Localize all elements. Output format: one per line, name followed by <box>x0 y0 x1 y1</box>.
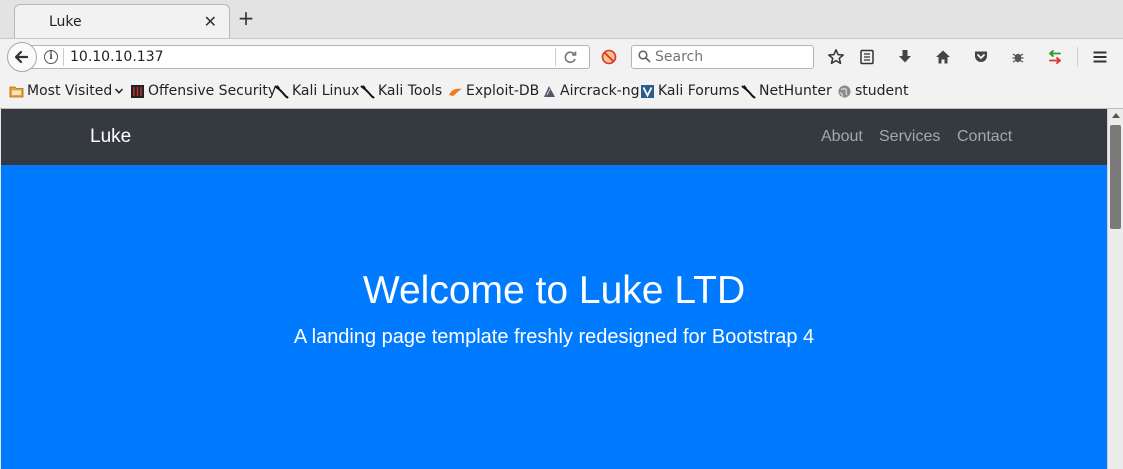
nav-link-contact[interactable]: Contact <box>957 128 1012 146</box>
search-input[interactable] <box>655 49 805 65</box>
back-button[interactable] <box>7 42 37 72</box>
bookmark-label: Kali Forums <box>658 83 740 99</box>
bookmarks-toolbar: Most Visited Offensive Security Kali Lin… <box>0 74 1123 109</box>
reload-icon[interactable] <box>562 49 578 65</box>
url-text[interactable]: 10.10.10.137 <box>70 49 164 65</box>
bookmark-kali-tools[interactable]: Kali Tools <box>360 83 442 99</box>
bookmark-kali-forums[interactable]: Kali Forums <box>640 83 739 99</box>
tab-title: Luke <box>49 14 82 30</box>
reading-list-icon[interactable] <box>858 48 876 66</box>
browser-tab[interactable]: Luke ✕ <box>14 4 230 38</box>
kali-dragon-icon <box>741 84 756 98</box>
bookmark-label: Offensive Security <box>148 83 277 99</box>
kali-forums-icon <box>641 84 654 98</box>
scroll-up-arrow-icon[interactable] <box>1112 113 1120 118</box>
bookmark-label: Most Visited <box>27 83 113 99</box>
new-tab-icon[interactable]: + <box>236 8 256 28</box>
bookmark-label: Aircrack-ng <box>560 83 640 99</box>
proxy-switch-icon[interactable] <box>1046 48 1064 66</box>
kali-dragon-icon <box>274 84 289 98</box>
home-icon[interactable] <box>934 48 952 66</box>
search-icon <box>638 50 651 63</box>
bookmark-most-visited[interactable]: Most Visited <box>9 83 124 99</box>
exploitdb-icon <box>449 88 462 96</box>
bookmark-label: NetHunter <box>759 83 832 99</box>
site-navbar: Luke About Services Contact <box>1 109 1107 165</box>
bookmark-label: Kali Tools <box>378 83 443 99</box>
bookmark-aircrack-ng[interactable]: Aircrack-ng <box>542 83 640 99</box>
hero-section: Welcome to Luke LTD A landing page templ… <box>1 165 1107 469</box>
tab-strip: Luke ✕ + <box>0 0 1123 38</box>
noscript-icon[interactable] <box>601 49 617 65</box>
offsec-icon <box>131 84 144 98</box>
globe-icon <box>838 85 851 97</box>
chevron-down-icon <box>115 88 124 94</box>
bookmark-star-icon[interactable] <box>827 48 845 66</box>
bug-icon[interactable] <box>1009 48 1027 66</box>
bookmark-offensive-security[interactable]: Offensive Security <box>130 83 276 99</box>
menu-icon[interactable] <box>1091 48 1109 66</box>
bookmark-nethunter[interactable]: NetHunter <box>741 83 832 99</box>
aircrack-icon <box>544 85 555 97</box>
hero-title: Welcome to Luke LTD <box>362 269 746 312</box>
vertical-scrollbar[interactable] <box>1107 109 1123 469</box>
pocket-icon[interactable] <box>972 48 990 66</box>
bookmark-label: Kali Linux <box>292 83 360 99</box>
bookmark-label: Exploit-DB <box>466 83 540 99</box>
site-brand[interactable]: Luke <box>90 126 131 148</box>
download-icon[interactable] <box>896 48 914 66</box>
folder-icon <box>9 86 24 97</box>
nav-link-services[interactable]: Services <box>879 128 940 146</box>
hero-subtitle: A landing page template freshly redesign… <box>293 326 815 348</box>
close-icon[interactable]: ✕ <box>204 12 217 31</box>
bookmark-student[interactable]: student <box>837 83 909 99</box>
kali-dragon-icon <box>360 84 375 98</box>
bookmark-exploit-db[interactable]: Exploit-DB <box>448 83 539 99</box>
nav-link-about[interactable]: About <box>821 128 863 146</box>
bookmark-label: student <box>855 83 909 99</box>
site-info-icon[interactable]: i <box>44 50 58 64</box>
page-viewport: Luke About Services Contact Welcome to L… <box>1 109 1107 469</box>
back-arrow-icon <box>14 50 29 64</box>
bookmark-kali-linux[interactable]: Kali Linux <box>274 83 359 99</box>
navigation-toolbar: i 10.10.10.137 <box>0 38 1123 74</box>
scroll-thumb[interactable] <box>1110 125 1121 229</box>
